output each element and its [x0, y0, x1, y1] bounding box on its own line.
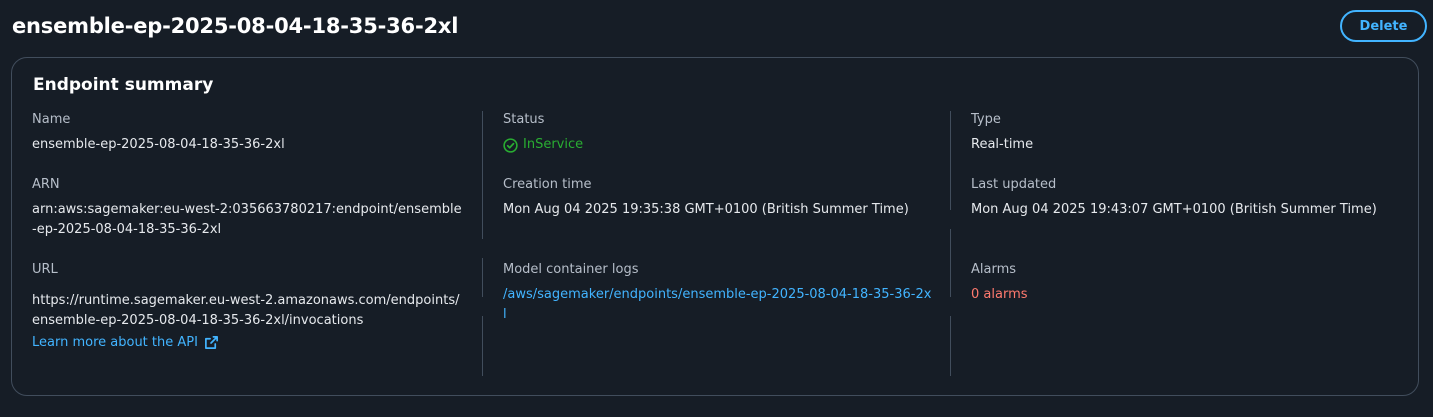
arn-label: ARN	[32, 177, 60, 192]
creation-time-field: Creation time Mon Aug 04 2025 19:35:38 G…	[503, 176, 909, 220]
card-title: Endpoint summary	[33, 75, 214, 95]
summary-column-3: Type Real-time Last updated Mon Aug 04 2…	[949, 111, 1410, 376]
type-label: Type	[971, 112, 1001, 127]
endpoint-summary-card: Endpoint summary Name ensemble-ep-2025-0…	[11, 57, 1419, 396]
page-title: ensemble-ep-2025-08-04-18-35-36-2xl	[12, 14, 459, 38]
arn-value: arn:aws:sagemaker:eu-west-2:035663780217…	[32, 202, 462, 237]
logs-link[interactable]: /aws/sagemaker/endpoints/ensemble-ep-202…	[503, 285, 933, 325]
alarms-label: Alarms	[971, 262, 1017, 277]
name-value: ensemble-ep-2025-08-04-18-35-36-2xl	[32, 137, 285, 152]
creation-time-value: Mon Aug 04 2025 19:35:38 GMT+0100 (Briti…	[503, 202, 909, 217]
page-header: ensemble-ep-2025-08-04-18-35-36-2xl Dele…	[12, 0, 1427, 52]
logs-label: Model container logs	[503, 262, 639, 277]
type-field: Type Real-time	[971, 111, 1033, 155]
status-label: Status	[503, 112, 545, 127]
check-circle-icon	[503, 137, 518, 153]
name-field: Name ensemble-ep-2025-08-04-18-35-36-2xl	[32, 111, 285, 155]
last-updated-value: Mon Aug 04 2025 19:43:07 GMT+0100 (Briti…	[971, 202, 1377, 217]
last-updated-field: Last updated Mon Aug 04 2025 19:43:07 GM…	[971, 176, 1377, 220]
name-label: Name	[32, 112, 71, 127]
learn-more-label[interactable]: Learn more about the API	[32, 335, 198, 350]
status-text: InService	[523, 137, 584, 152]
alarms-value[interactable]: 0 alarms	[971, 285, 1028, 305]
type-value: Real-time	[971, 137, 1034, 152]
learn-more-link[interactable]: Learn more about the API	[32, 335, 462, 350]
external-link-icon	[204, 336, 218, 349]
url-field: URL https://runtime.sagemaker.eu-west-2.…	[32, 261, 462, 350]
status-field: Status InService	[503, 111, 583, 155]
summary-column-1: Name ensemble-ep-2025-08-04-18-35-36-2xl…	[32, 111, 482, 376]
creation-time-label: Creation time	[503, 177, 592, 192]
delete-button[interactable]: Delete	[1340, 10, 1427, 42]
summary-column-2: Status InService Creation time Mon Aug 0…	[481, 111, 950, 376]
arn-field: ARN arn:aws:sagemaker:eu-west-2:03566378…	[32, 176, 462, 240]
alarms-field: Alarms 0 alarms	[971, 261, 1028, 305]
logs-field: Model container logs /aws/sagemaker/endp…	[503, 261, 933, 325]
url-value: https://runtime.sagemaker.eu-west-2.amaz…	[32, 293, 460, 328]
url-label: URL	[32, 262, 58, 277]
status-value: InService	[503, 135, 583, 155]
last-updated-label: Last updated	[971, 177, 1057, 192]
